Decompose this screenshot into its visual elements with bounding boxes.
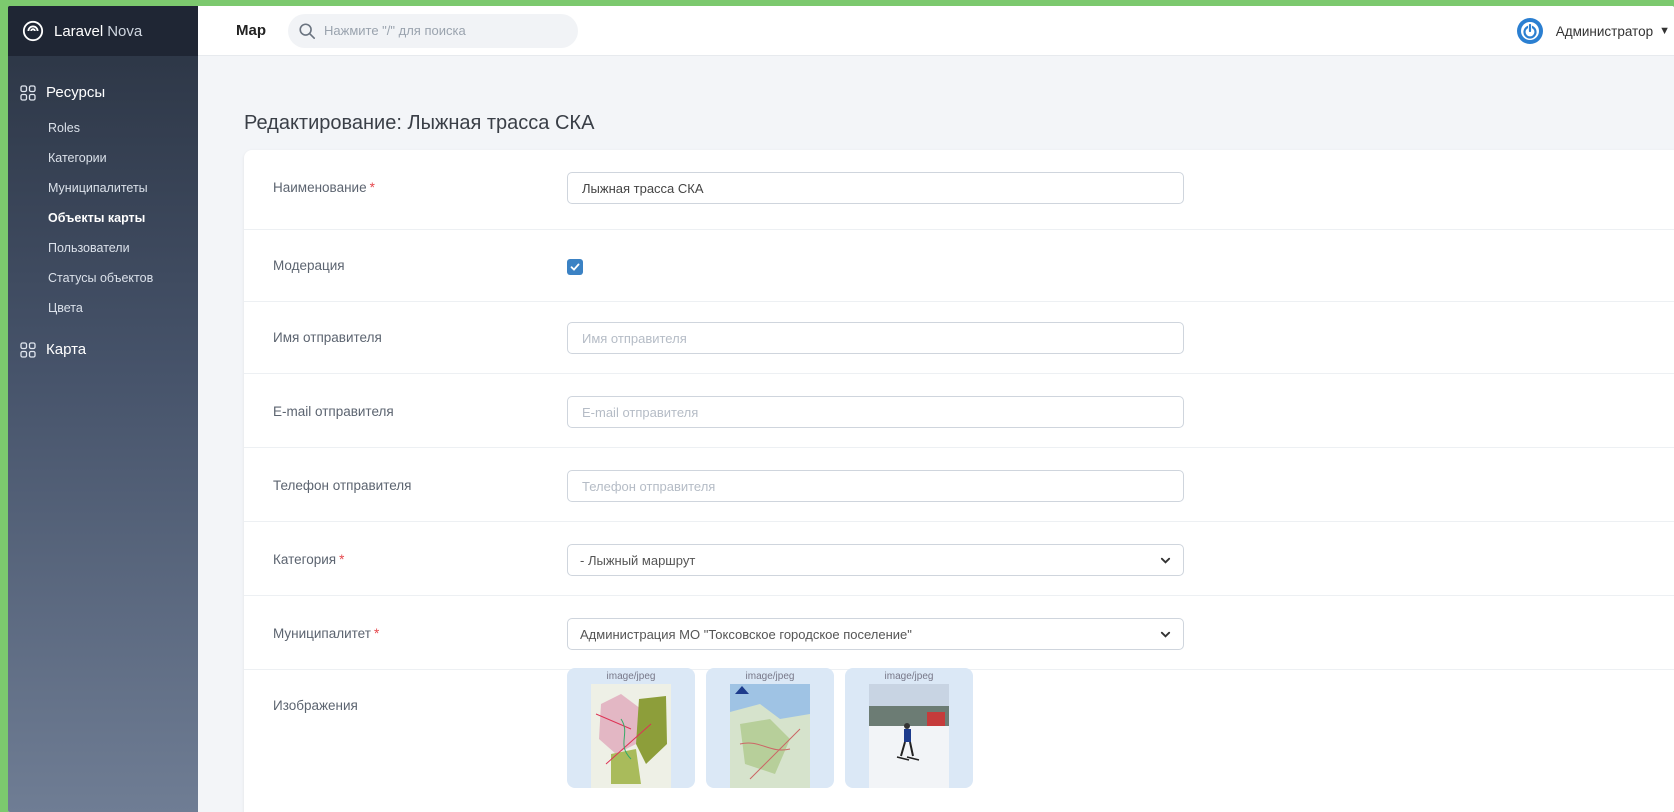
image-thumbnail[interactable]: image/jpeg (567, 668, 695, 788)
chevron-down-icon (1160, 557, 1171, 564)
avatar-icon (1516, 18, 1543, 44)
field-row-sender-email: E-mail отправителя (244, 374, 1674, 448)
laravel-nova-logo-icon (22, 20, 44, 42)
image-gallery: image/jpeg image/jpeg image/jpeg (567, 668, 984, 788)
sidebar-resource-list: Roles Категории Муниципалитеты Объекты к… (8, 113, 198, 323)
category-select[interactable]: - Лыжный маршрут (567, 544, 1184, 576)
image-mime-type: image/jpeg (745, 671, 795, 682)
chevron-down-icon (1160, 631, 1171, 638)
field-label: E-mail отправителя (273, 404, 394, 419)
ski-photo-icon (869, 684, 949, 788)
brand-suffix: Nova (107, 22, 143, 40)
sender-phone-field[interactable] (567, 470, 1184, 502)
sidebar-item-municipalities[interactable]: Муниципалитеты (8, 173, 198, 203)
sidebar-group-resources[interactable]: Ресурсы (8, 84, 198, 101)
edit-form: Наименование* Модерация Имя отправителя … (244, 150, 1674, 812)
image-thumbnail[interactable]: image/jpeg (845, 668, 973, 788)
field-label: Изображения (273, 698, 358, 713)
field-label: Муниципалитет * (273, 626, 380, 641)
app-frame: Laravel Nova Ресурсы Roles Категории Мун… (8, 6, 1674, 812)
field-row-sender-name: Имя отправителя (244, 302, 1674, 374)
search-icon (299, 22, 316, 39)
name-field[interactable] (567, 172, 1184, 204)
brand[interactable]: Laravel Nova (8, 6, 198, 56)
map-image-icon (591, 684, 671, 788)
check-icon (570, 263, 580, 271)
field-row-sender-phone: Телефон отправителя (244, 448, 1674, 522)
image-mime-type: image/jpeg (606, 671, 656, 682)
sidebar-group-label: Карта (46, 341, 87, 358)
grid-icon (20, 341, 36, 358)
user-menu[interactable]: Администратор ▼ (1516, 6, 1670, 56)
image-mime-type: image/jpeg (884, 671, 934, 682)
sidebar-group-label: Ресурсы (46, 84, 106, 101)
user-name: Администратор (1555, 23, 1654, 39)
field-label: Категория * (273, 552, 345, 567)
municipality-select-value: Администрация МО "Токсовское городское п… (580, 626, 912, 642)
sidebar-group-map[interactable]: Карта (8, 341, 198, 358)
sidebar-item-categories[interactable]: Категории (8, 143, 198, 173)
sidebar: Laravel Nova Ресурсы Roles Категории Мун… (8, 6, 198, 812)
page-title: Редактирование: Лыжная трасса СКА (244, 112, 595, 134)
grid-icon (20, 84, 36, 101)
chevron-down-icon: ▼ (1659, 25, 1670, 37)
moderation-checkbox[interactable] (567, 259, 583, 275)
category-select-value: - Лыжный маршрут (580, 552, 696, 568)
sidebar-item-colors[interactable]: Цвета (8, 293, 198, 323)
field-label: Имя отправителя (273, 330, 382, 345)
sidebar-item-roles[interactable]: Roles (8, 113, 198, 143)
global-search[interactable]: Нажмите "/" для поиска (288, 13, 578, 48)
map-image-icon (730, 684, 810, 788)
field-label: Телефон отправителя (273, 478, 412, 493)
sidebar-item-map-objects[interactable]: Объекты карты (8, 203, 198, 233)
field-row-moderation: Модерация (244, 230, 1674, 302)
municipality-select[interactable]: Администрация МО "Токсовское городское п… (567, 618, 1184, 650)
field-row-municipality: Муниципалитет * Администрация МО "Токсовс… (244, 596, 1674, 670)
search-placeholder: Нажмите "/" для поиска (324, 23, 466, 38)
image-thumbnail[interactable]: image/jpeg (706, 668, 834, 788)
field-row-name: Наименование * (244, 150, 1674, 230)
sender-name-field[interactable] (567, 322, 1184, 354)
field-label: Наименование * (273, 180, 375, 195)
sender-email-field[interactable] (567, 396, 1184, 428)
topbar: Map Нажмите "/" для поиска Администратор… (198, 6, 1674, 56)
app-title[interactable]: Map (236, 22, 266, 39)
sidebar-item-users[interactable]: Пользователи (8, 233, 198, 263)
field-row-category: Категория * - Лыжный маршрут (244, 522, 1674, 596)
sidebar-item-object-statuses[interactable]: Статусы объектов (8, 263, 198, 293)
field-label: Модерация (273, 258, 345, 273)
brand-name: Laravel (54, 22, 104, 40)
